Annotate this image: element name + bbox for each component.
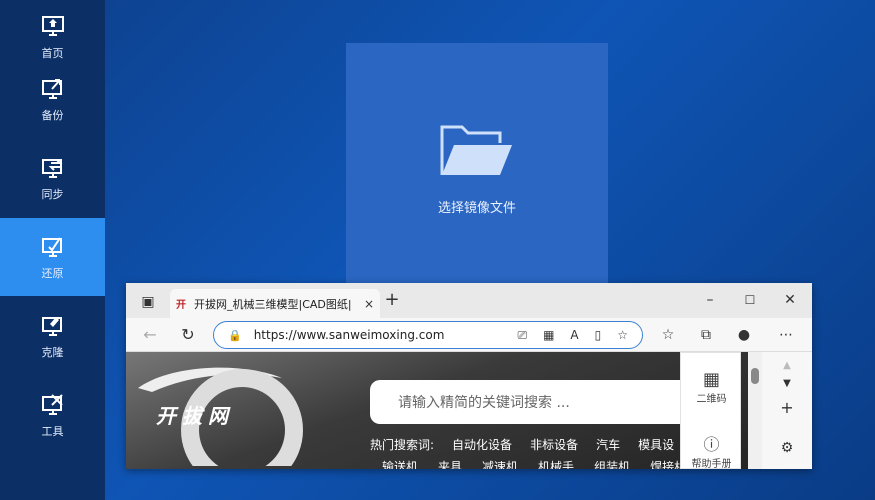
tab-title: 开拔网_机械三维模型|CAD图纸|: [194, 297, 352, 311]
scroll-up-icon[interactable]: ▲: [777, 356, 797, 376]
scrollbar-thumb[interactable]: [751, 368, 759, 384]
hot-term[interactable]: 夹具: [438, 458, 462, 469]
hot-term[interactable]: 自动化设备: [452, 436, 512, 453]
sidebar-item-label: 同步: [41, 188, 64, 201]
favorites-icon[interactable]: ☆: [658, 325, 678, 345]
sidebar-item-label: 首页: [41, 47, 64, 60]
qrcode-label: 二维码: [696, 394, 727, 405]
more-menu-icon[interactable]: ⋯: [776, 325, 796, 345]
qrcode-scan-icon[interactable]: ▦: [543, 328, 554, 343]
home-monitor-icon: [41, 16, 64, 36]
help-icon: ⓘ: [703, 435, 720, 454]
help-label: 帮助手册: [691, 459, 732, 469]
tab-close-icon[interactable]: ×: [364, 297, 374, 311]
sidebar-item-sync[interactable]: 同步: [0, 139, 105, 217]
url-text[interactable]: https://www.sanweimoxing.com: [254, 328, 518, 342]
sidebar: 首页 备份 同步 还原 克隆 工具: [0, 0, 105, 500]
address-bar[interactable]: 🔒 https://www.sanweimoxing.com ⎚ ▦ A ▯ ☆: [213, 321, 643, 349]
sidebar-item-label: 工具: [41, 425, 64, 438]
add-sidebar-icon[interactable]: +: [777, 398, 797, 418]
address-row: ← ↻ 🔒 https://www.sanweimoxing.com ⎚ ▦ A…: [126, 318, 812, 352]
sync-icon: [41, 159, 62, 178]
hot-term[interactable]: 组装机: [594, 458, 630, 469]
help-button[interactable]: ⓘ 帮助手册: [681, 431, 742, 469]
back-button[interactable]: ←: [140, 325, 160, 345]
profile-avatar[interactable]: ●: [734, 325, 754, 345]
read-aloud-icon[interactable]: A: [570, 328, 578, 343]
page-scrollbar[interactable]: [748, 352, 762, 469]
device-icon[interactable]: ⎚: [517, 328, 527, 343]
sidebar-item-label: 备份: [41, 109, 64, 122]
float-panel: ▦ 二维码 ⓘ 帮助手册: [680, 352, 741, 469]
site-logo-text[interactable]: 开拔网: [156, 400, 234, 429]
refresh-button[interactable]: ↻: [178, 325, 198, 345]
hot-term[interactable]: 非标设备: [530, 436, 578, 453]
site-favicon-icon: 开: [176, 300, 186, 311]
browser-window: ▣ 开 开拔网_机械三维模型|CAD图纸| × + – ☐ ✕ ← ↻ 🔒 ht…: [126, 283, 812, 469]
qrcode-icon: ▦: [702, 369, 720, 390]
sidebar-item-tools[interactable]: 工具: [0, 376, 105, 454]
hot-term[interactable]: 输送机: [382, 458, 418, 469]
sidebar-item-restore[interactable]: 还原: [0, 218, 105, 296]
lock-icon: 🔒: [228, 328, 242, 342]
reader-view-icon[interactable]: ▯: [595, 328, 602, 343]
close-window-button[interactable]: ✕: [780, 290, 800, 310]
hot-term[interactable]: 减速机: [482, 458, 518, 469]
hot-search-row: 热门搜索词: 自动化设备 非标设备 汽车 模具设: [370, 436, 674, 453]
site-search-placeholder: 请输入精简的关键词搜索 ...: [398, 395, 570, 411]
hot-term[interactable]: 汽车: [596, 436, 620, 453]
collections-icon[interactable]: ⧉: [696, 325, 716, 345]
site-search-input[interactable]: 请输入精简的关键词搜索 ...: [370, 380, 690, 424]
hot-term[interactable]: 机械手: [538, 458, 574, 469]
settings-gear-icon[interactable]: ⚙: [777, 438, 797, 458]
sidebar-item-label: 还原: [41, 267, 64, 280]
scroll-down-icon[interactable]: ▼: [777, 374, 797, 394]
backup-icon: [41, 79, 62, 99]
tools-icon: [41, 394, 63, 415]
clone-icon: [41, 317, 62, 336]
new-tab-button[interactable]: +: [382, 290, 402, 310]
hot-term[interactable]: 模具设: [638, 436, 674, 453]
sidebar-item-label: 克隆: [41, 346, 64, 359]
restore-icon: [41, 237, 62, 257]
tab-actions-icon[interactable]: ▣: [138, 292, 158, 312]
minimize-button[interactable]: –: [700, 290, 720, 310]
select-image-panel[interactable]: 选择镜像文件: [346, 43, 608, 288]
folder-icon: [440, 125, 512, 175]
sidebar-item-backup[interactable]: 备份: [0, 60, 105, 138]
browser-sidebar: ▲ ▼ + ⚙: [762, 352, 812, 469]
maximize-button[interactable]: ☐: [740, 290, 760, 310]
sidebar-item-clone[interactable]: 克隆: [0, 297, 105, 375]
hot-search-label: 热门搜索词:: [370, 438, 435, 452]
tab-bar: ▣ 开 开拔网_机械三维模型|CAD图纸| × + – ☐ ✕: [126, 283, 812, 318]
select-image-label: 选择镜像文件: [437, 201, 516, 216]
hot-search-row-2: 输送机 夹具 减速机 机械手 组装机 焊接机: [382, 458, 686, 469]
tab-sanweimoxing[interactable]: 开 开拔网_机械三维模型|CAD图纸| ×: [170, 289, 380, 318]
add-favorite-icon[interactable]: ☆: [617, 328, 628, 343]
qrcode-button[interactable]: ▦ 二维码: [681, 369, 742, 405]
